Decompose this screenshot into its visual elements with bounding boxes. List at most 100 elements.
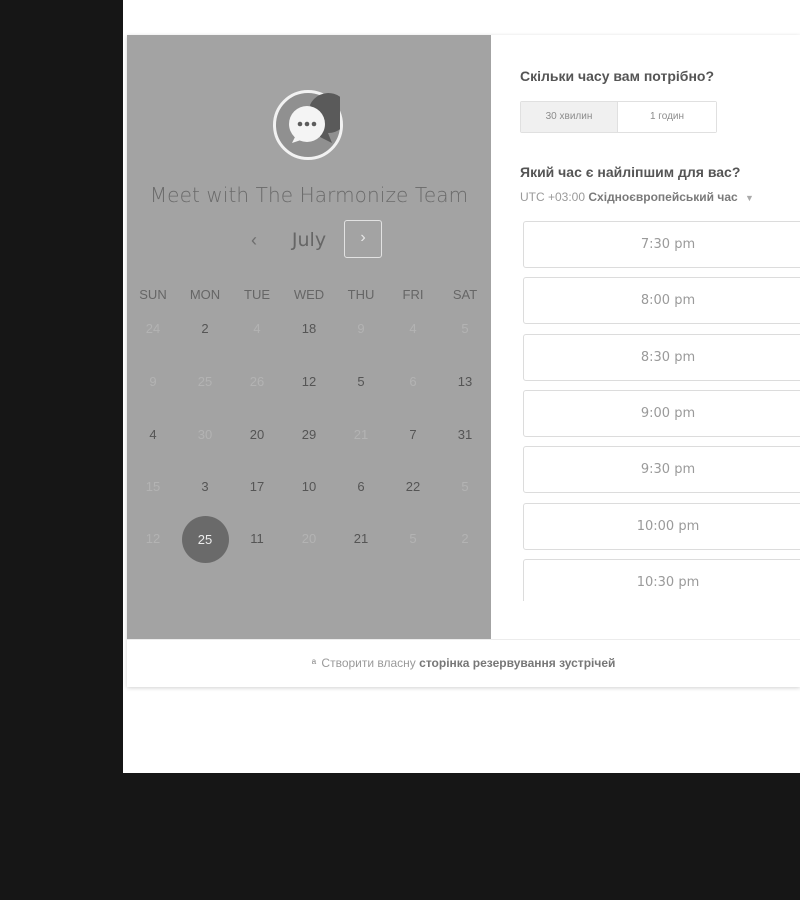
calendar-day: 4 [387,314,439,344]
day-number: 15 [145,479,161,494]
calendar-day: 20 [283,524,335,554]
time-question: Який час є найліпшим для вас? [520,164,741,180]
calendar-day[interactable]: 29 [283,420,335,450]
day-number: 21 [353,531,369,546]
duration-30-min-button[interactable]: 30 хвилин [521,102,618,132]
time-slot-list[interactable]: 7:30 pm 8:00 pm 8:30 pm 9:00 pm 9:30 pm 10:00… [523,221,800,601]
day-number: 20 [301,531,317,546]
calendar-day[interactable]: 18 [283,314,335,344]
calendar-day: 15 [127,472,179,502]
day-number: 7 [409,427,417,442]
time-slot-button[interactable]: 7:30 pm [523,221,800,268]
calendar-day: 26 [231,367,283,397]
weekday-label: THU [347,287,375,302]
duration-1-hour-button[interactable]: 1 годин [618,102,716,132]
calendar-day[interactable]: 21 [335,524,387,554]
weekday-label: TUE [244,287,270,302]
calendar-day[interactable]: 3 [179,472,231,502]
day-number: 2 [461,531,469,546]
day-number: 25 [197,374,213,389]
calendar-day: 12 [127,524,179,554]
calendar-day: 2 [439,524,491,554]
calendar-day[interactable]: 7 [387,420,439,450]
duration-question: Скільки часу вам потрібно? [520,68,715,84]
calendar-day[interactable]: 13 [439,367,491,397]
calendar-day: 5 [439,314,491,344]
weekday-label: SAT [452,287,478,302]
calendar-day[interactable]: 6 [335,472,387,502]
duration-toggle: 30 хвилин 1 годин [520,101,717,133]
day-number: 9 [357,321,365,336]
meeting-booking-card: Meet with The Harmonize Team ‹ July › SU… [127,35,800,687]
time-slot-button[interactable]: 9:30 pm [523,446,800,494]
timezone-offset: UTC +03:00 [520,190,586,204]
timezone-name: Східноєвропейський час [588,190,738,204]
meeting-title: Meet with The Harmonize Team [149,183,469,207]
weekday-label: FRI [402,287,424,302]
calendar-day: 5 [439,472,491,502]
calendar-day[interactable]: 20 [231,420,283,450]
time-slot-button[interactable]: 8:30 pm [523,333,800,381]
calendar-day: 30 [179,420,231,450]
calendar-day[interactable]: 12 [283,367,335,397]
day-number: 5 [461,479,469,494]
day-number: 18 [301,321,317,336]
calendar-day[interactable]: 17 [231,472,283,502]
time-selection-panel: Скільки часу вам потрібно? 30 хвилин 1 г… [491,35,800,639]
day-number: 12 [145,531,161,546]
day-number: 10 [301,479,317,494]
calendar-day[interactable]: 5 [335,367,387,397]
time-slot-button[interactable]: 10:30 pm [523,558,800,601]
hubspot-sprocket-icon: ᵃ [311,656,317,670]
day-number: 6 [357,479,365,494]
previous-month-button[interactable]: ‹ [242,226,266,254]
calendar-day[interactable]: 4 [127,420,179,450]
day-number: 11 [250,531,264,546]
day-number: 31 [457,427,473,442]
footer-link-text[interactable]: сторінка резервування зустрічей [419,656,615,670]
day-number: 4 [149,427,157,442]
time-slot-button[interactable]: 9:00 pm [523,389,800,437]
day-number: 17 [249,479,265,494]
calendar-day: 5 [387,524,439,554]
time-slot-button[interactable]: 8:00 pm [523,277,800,325]
calendar-day: 9 [335,314,387,344]
chat-bubble-icon [273,90,343,160]
day-number: 20 [249,427,265,442]
calendar-day[interactable]: 11 [231,524,283,554]
calendar-day[interactable]: 2 [179,314,231,344]
calendar-day: 4 [231,314,283,344]
day-number: 25 [181,516,229,563]
day-number: 21 [353,427,369,442]
chevron-down-icon: ▼ [745,193,754,203]
calendar-day[interactable]: 31 [439,420,491,450]
day-number: 22 [405,479,421,494]
day-number: 4 [409,321,417,336]
calendar-day: 24 [127,314,179,344]
day-number: 13 [457,374,473,389]
calendar-day[interactable]: 10 [283,472,335,502]
calendar-panel: Meet with The Harmonize Team ‹ July › SU… [127,35,491,639]
day-number: 6 [409,374,417,389]
day-number: 26 [249,374,265,389]
weekday-label: MON [189,287,221,302]
calendar-day-selected[interactable]: 25 [179,516,231,563]
weekday-label: SUN [139,287,167,302]
calendar-day: 21 [335,420,387,450]
day-number: 3 [201,479,209,494]
timezone-selector[interactable]: UTC +03:00 Східноєвропейський час ▼ [520,190,754,204]
day-number: 5 [357,374,365,389]
day-number: 12 [301,374,317,389]
day-number: 24 [145,321,161,336]
time-slot-button[interactable]: 10:00 pm [523,502,800,550]
day-number: 5 [461,321,469,336]
day-number: 29 [301,427,317,442]
current-month: July [291,229,327,251]
weekday-label: WED [293,287,325,302]
calendar-day: 25 [179,367,231,397]
footer-link[interactable]: ᵃ Створити власну сторінка резервування … [127,639,800,687]
calendar-day[interactable]: 22 [387,472,439,502]
day-number: 9 [149,374,157,389]
day-number: 30 [197,427,213,442]
next-month-button[interactable]: › [344,220,382,258]
